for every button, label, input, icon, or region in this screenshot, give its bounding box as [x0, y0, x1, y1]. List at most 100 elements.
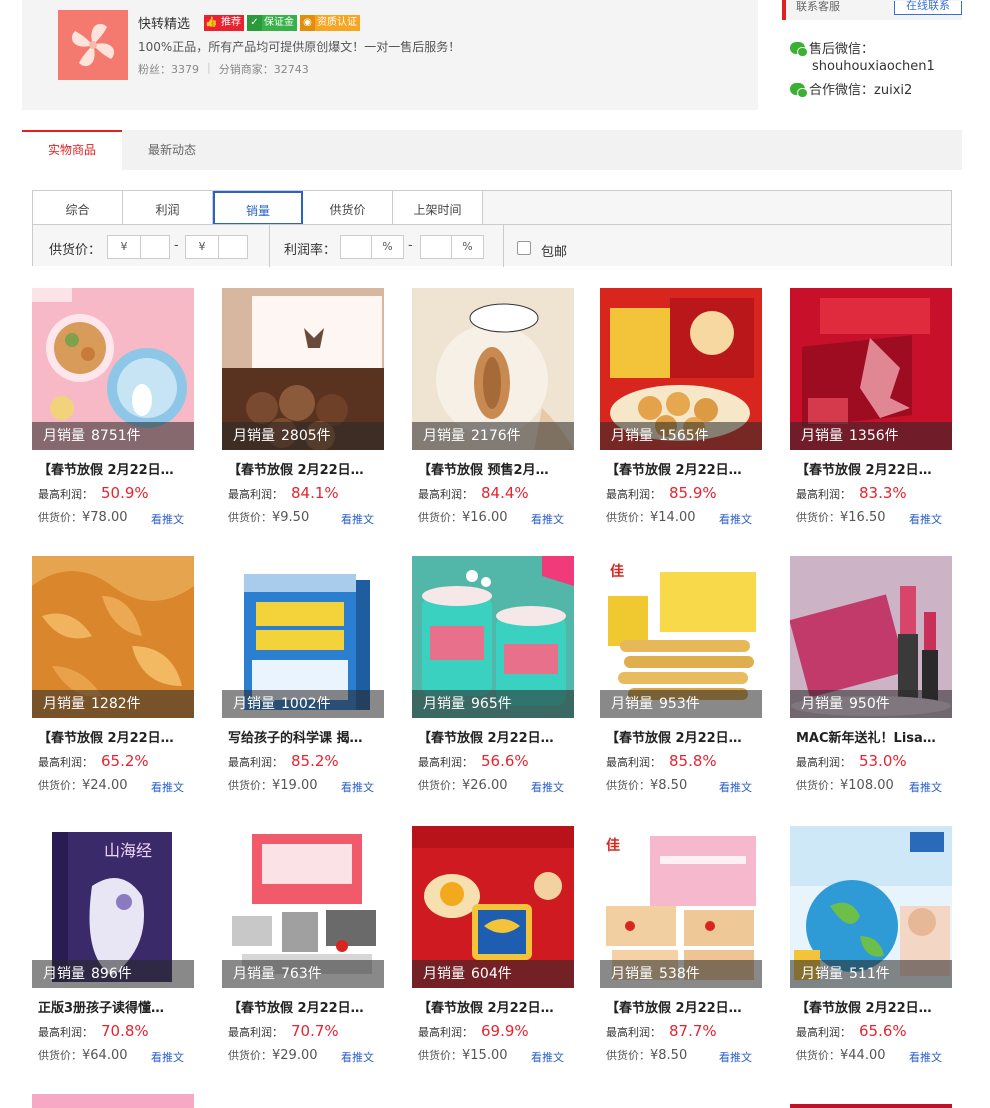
- product-image[interactable]: 佳月销量 538件: [600, 826, 762, 988]
- product-title[interactable]: 【春节放假 2月22日…: [228, 997, 384, 1016]
- product-card[interactable]: 山海经 月销量 896件 正版3册孩子读得懂… 最高利润： 70.8% 供货价：¥64.00…: [32, 826, 194, 1066]
- price-max-input[interactable]: [218, 235, 248, 259]
- supply-price-value: ¥16.00: [462, 510, 508, 525]
- product-thumb-partial[interactable]: [790, 1104, 952, 1108]
- view-article-link[interactable]: 看推文: [909, 1049, 942, 1065]
- supply-price-value: ¥29.00: [272, 1048, 318, 1063]
- product-title[interactable]: 【春节放假 2月22日…: [228, 459, 384, 478]
- max-profit: 最高利润： 65.2%: [38, 752, 149, 770]
- product-card[interactable]: 月销量 2805件 【春节放假 2月22日… 最高利润： 84.1% 供货价：¥9.50 看…: [222, 288, 384, 528]
- product-image[interactable]: 月销量 1282件: [32, 556, 194, 718]
- product-thumb-partial[interactable]: [32, 1094, 194, 1108]
- product-card[interactable]: 月销量 604件 【春节放假 2月22日… 最高利润： 69.9% 供货价：¥15.00 看…: [412, 826, 574, 1066]
- filter-divider: [503, 225, 504, 267]
- product-title[interactable]: 【春节放假 2月22日…: [606, 997, 762, 1016]
- view-article-link[interactable]: 看推文: [719, 779, 752, 795]
- max-profit: 最高利润： 87.7%: [606, 1022, 717, 1040]
- view-article-link[interactable]: 看推文: [341, 511, 374, 527]
- product-title[interactable]: 【春节放假 2月22日…: [418, 997, 574, 1016]
- product-title[interactable]: 【春节放假 2月22日…: [606, 727, 762, 746]
- product-image[interactable]: 山海经 月销量 896件: [32, 826, 194, 988]
- sort-comprehensive[interactable]: 综合: [33, 191, 123, 224]
- product-image[interactable]: 月销量 1356件: [790, 288, 952, 450]
- product-title[interactable]: 【春节放假 2月22日…: [38, 459, 194, 478]
- margin-max-input[interactable]: [420, 235, 452, 259]
- product-image[interactable]: 月销量 950件: [790, 556, 952, 718]
- monthly-sales-label: 月销量: [43, 696, 85, 712]
- max-profit-label: 最高利润：: [418, 756, 473, 769]
- product-title[interactable]: 【春节放假 2月22日…: [796, 997, 952, 1016]
- view-article-link[interactable]: 看推文: [151, 511, 184, 527]
- view-article-link[interactable]: 看推文: [151, 1049, 184, 1065]
- product-title[interactable]: 【春节放假 2月22日…: [38, 727, 194, 746]
- product-card[interactable]: 佳月销量 538件【春节放假 2月22日… 最高利润： 87.7% 供货价：¥8.50 看…: [600, 826, 762, 1066]
- monthly-sales-bar: 月销量 1565件: [600, 422, 762, 450]
- product-card[interactable]: 月销量 763件 【春节放假 2月22日… 最高利润： 70.7% 供货价：¥29.00 看…: [222, 826, 384, 1066]
- product-title[interactable]: 【春节放假 预售2月…: [418, 459, 574, 478]
- supply-price: 供货价：¥26.00: [418, 777, 508, 793]
- free-shipping-checkbox[interactable]: [517, 241, 531, 255]
- view-article-link[interactable]: 看推文: [719, 1049, 752, 1065]
- max-profit-label: 最高利润：: [38, 1026, 93, 1039]
- monthly-sales-label: 月销量: [801, 966, 843, 982]
- product-card[interactable]: 月销量 8751件 【春节放假 2月22日… 最高利润： 50.9% 供货价：¥78.00…: [32, 288, 194, 528]
- view-article-link[interactable]: 看推文: [719, 511, 752, 527]
- contact-header: 联系客服 在线联系: [782, 0, 962, 20]
- supply-price: 供货价：¥8.50: [606, 1047, 687, 1063]
- view-article-link[interactable]: 看推文: [341, 1049, 374, 1065]
- online-contact-button[interactable]: 在线联系: [894, 0, 962, 15]
- free-shipping-label: 包邮: [541, 245, 568, 260]
- product-image[interactable]: 月销量 2805件: [222, 288, 384, 450]
- monthly-sales-value: 1282件: [91, 696, 141, 712]
- product-image[interactable]: 月销量 763件: [222, 826, 384, 988]
- product-image[interactable]: 佳月销量 953件: [600, 556, 762, 718]
- tab-latest-news[interactable]: 最新动态: [122, 130, 222, 170]
- product-card[interactable]: 月销量 965件 【春节放假 2月22日… 最高利润： 56.6% 供货价：¥26.00 看…: [412, 556, 574, 796]
- product-image[interactable]: 月销量 511件: [790, 826, 952, 988]
- price-min-input[interactable]: [140, 235, 170, 259]
- product-image[interactable]: 月销量 604件: [412, 826, 574, 988]
- product-card[interactable]: 月销量 511件 【春节放假 2月22日… 最高利润： 65.6% 供货价：¥44.00 看…: [790, 826, 952, 1066]
- product-card[interactable]: 月销量 1565件 【春节放假 2月22日… 最高利润： 85.9% 供货价：¥14.00…: [600, 288, 762, 528]
- view-article-link[interactable]: 看推文: [341, 779, 374, 795]
- max-profit: 最高利润： 85.2%: [228, 752, 339, 770]
- product-image[interactable]: 月销量 1002件: [222, 556, 384, 718]
- view-article-link[interactable]: 看推文: [531, 779, 564, 795]
- supply-price: 供货价：¥16.00: [418, 509, 508, 525]
- sort-listing-time[interactable]: 上架时间: [393, 191, 483, 224]
- margin-min-input[interactable]: [340, 235, 372, 259]
- sort-profit[interactable]: 利润: [123, 191, 213, 224]
- monthly-sales-value: 1002件: [281, 696, 331, 712]
- view-article-link[interactable]: 看推文: [909, 511, 942, 527]
- wechat-icon: [790, 83, 808, 98]
- product-title[interactable]: MAC新年送礼！Lisa…: [796, 727, 952, 746]
- sort-supply-price[interactable]: 供货价: [303, 191, 393, 224]
- product-image[interactable]: 月销量 965件: [412, 556, 574, 718]
- product-card[interactable]: 月销量 1356件 【春节放假 2月22日… 最高利润： 83.3% 供货价：¥16.50…: [790, 288, 952, 528]
- price-min-currency: ¥: [107, 235, 141, 259]
- product-title[interactable]: 正版3册孩子读得懂…: [38, 997, 194, 1016]
- product-title[interactable]: 【春节放假 2月22日…: [796, 459, 952, 478]
- monthly-sales-bar: 月销量 1356件: [790, 422, 952, 450]
- product-title[interactable]: 写给孩子的科学课 揭…: [228, 727, 384, 746]
- product-image[interactable]: 月销量 8751件: [32, 288, 194, 450]
- view-article-link[interactable]: 看推文: [531, 511, 564, 527]
- product-title[interactable]: 【春节放假 2月22日…: [418, 727, 574, 746]
- product-card[interactable]: 月销量 1282件 【春节放假 2月22日… 最高利润： 65.2% 供货价：¥24.00…: [32, 556, 194, 796]
- product-card[interactable]: 佳月销量 953件 【春节放假 2月22日… 最高利润： 85.8% 供货价：¥8.50 看…: [600, 556, 762, 796]
- product-card[interactable]: 月销量 1002件 写给孩子的科学课 揭… 最高利润： 85.2% 供货价：¥19.00 看…: [222, 556, 384, 796]
- sort-sales[interactable]: 销量: [213, 191, 303, 225]
- tab-physical-goods[interactable]: 实物商品: [22, 130, 122, 170]
- view-article-link[interactable]: 看推文: [909, 779, 942, 795]
- product-image[interactable]: 月销量 1565件: [600, 288, 762, 450]
- product-image[interactable]: 月销量 2176件: [412, 288, 574, 450]
- product-title[interactable]: 【春节放假 2月22日…: [606, 459, 762, 478]
- monthly-sales-bar: 月销量 511件: [790, 960, 952, 988]
- shop-info-panel: 快转精选 👍 推荐 ✓ 保证金 ◉ 资质认证 100%正品，所有产品均可提供原创爆文！…: [22, 0, 758, 110]
- product-card[interactable]: 月销量 2176件 【春节放假 预售2月… 最高利润： 84.4% 供货价：¥16.00 看…: [412, 288, 574, 528]
- product-card[interactable]: 月销量 950件 MAC新年送礼！Lisa… 最高利润： 53.0% 供货价：¥108.0…: [790, 556, 952, 796]
- max-profit-label: 最高利润：: [606, 756, 661, 769]
- view-article-link[interactable]: 看推文: [151, 779, 184, 795]
- monthly-sales-label: 月销量: [801, 428, 843, 444]
- view-article-link[interactable]: 看推文: [531, 1049, 564, 1065]
